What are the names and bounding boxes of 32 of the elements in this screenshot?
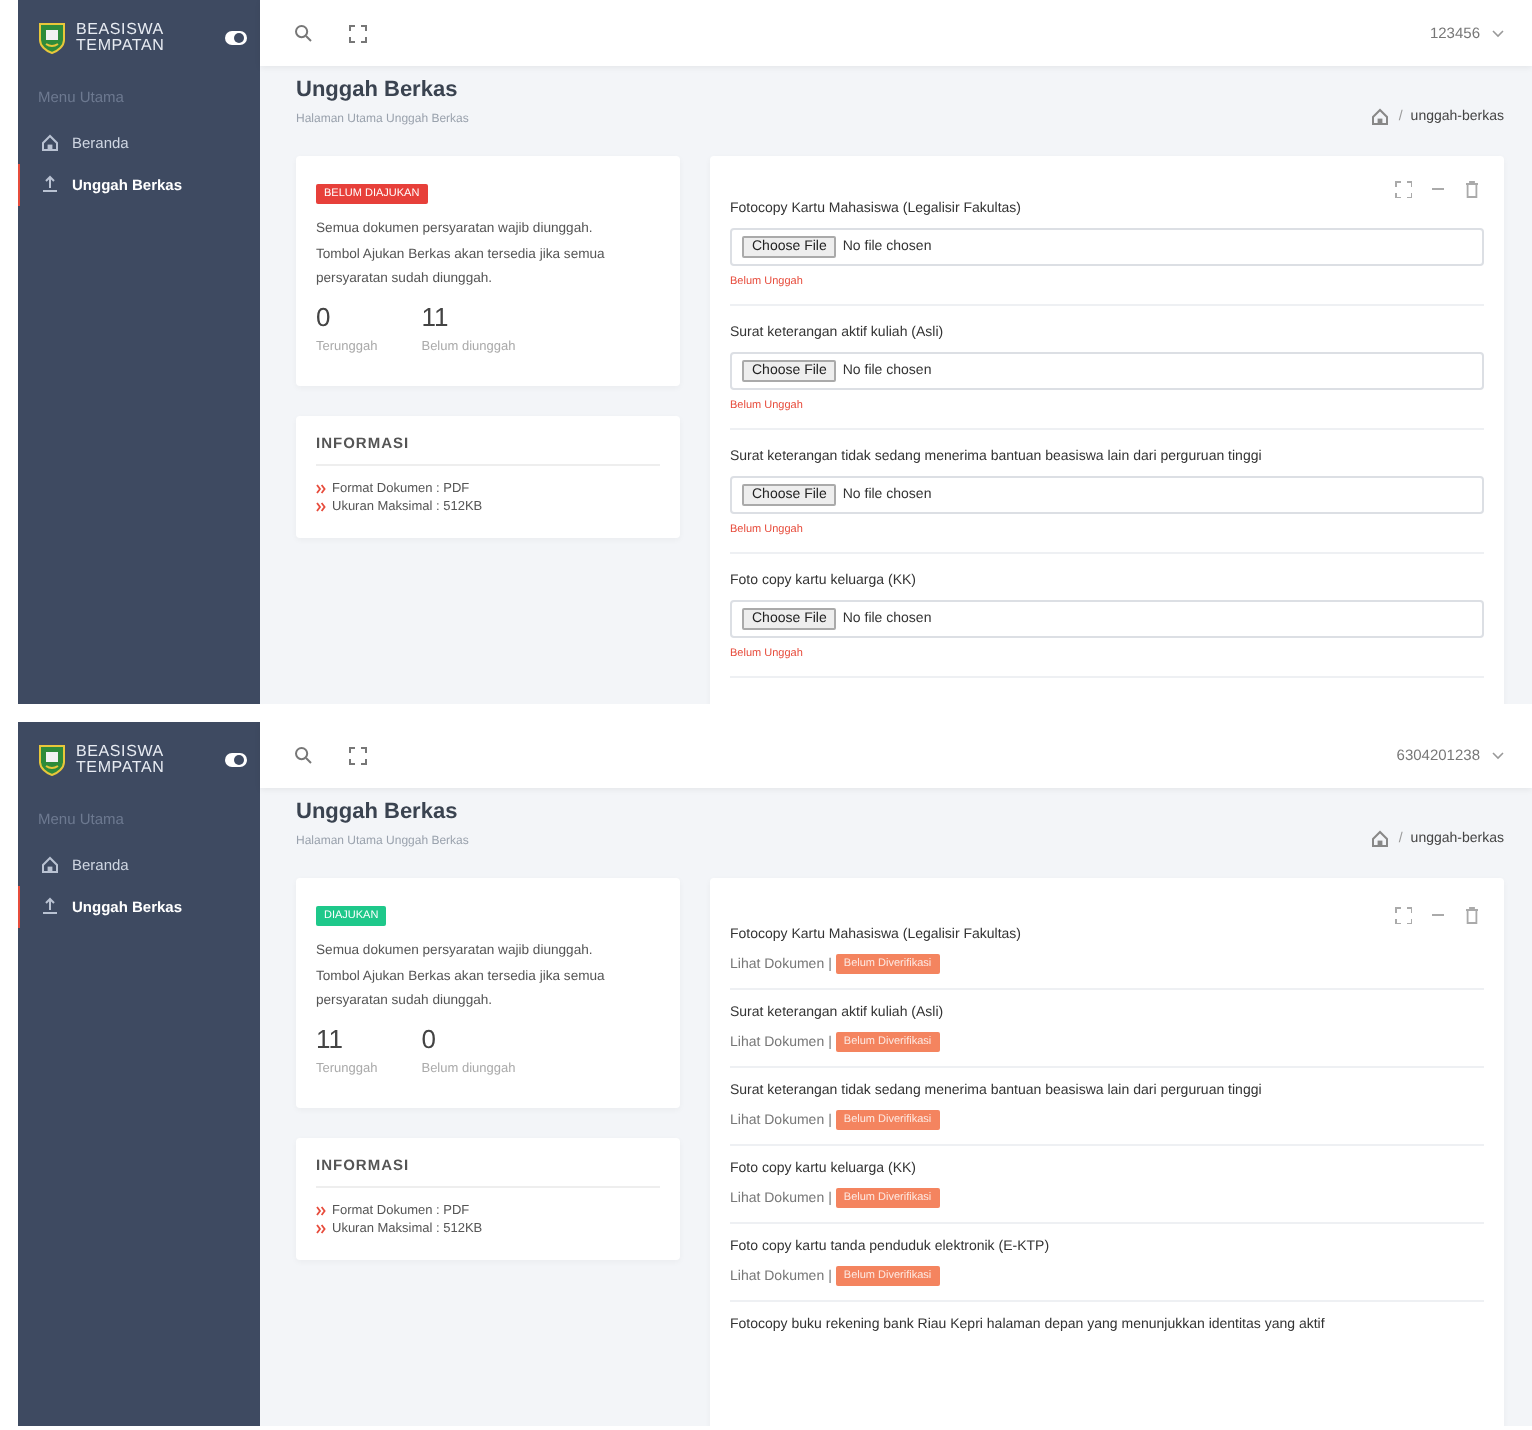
- double-chevron-icon: [316, 1223, 326, 1233]
- upload-icon: [40, 174, 60, 194]
- home-icon[interactable]: [1370, 828, 1391, 848]
- home-icon[interactable]: [1370, 106, 1391, 126]
- fullscreen-icon[interactable]: [348, 745, 368, 765]
- stat-value: 0: [316, 301, 333, 331]
- search-icon[interactable]: [294, 24, 312, 42]
- upload-icon: [40, 896, 60, 916]
- chevron-down-icon: [1492, 751, 1504, 759]
- fullscreen-icon[interactable]: [1394, 906, 1412, 924]
- stat-value: 11: [421, 301, 451, 331]
- stat-value: 0: [421, 1023, 438, 1053]
- fullscreen-icon[interactable]: [348, 23, 368, 43]
- trash-icon[interactable]: [1464, 180, 1480, 198]
- page-title: Unggah Berkas: [296, 78, 460, 102]
- brand-name: BEASISWA TEMPATAN: [76, 22, 167, 54]
- home-icon: [40, 132, 60, 152]
- double-chevron-icon: [316, 1205, 326, 1215]
- chevron-down-icon: [1492, 29, 1504, 37]
- fullscreen-icon[interactable]: [1394, 180, 1412, 198]
- toggle-icon[interactable]: [224, 30, 248, 46]
- trash-icon[interactable]: [1464, 906, 1480, 924]
- double-chevron-icon: [316, 483, 326, 493]
- page-title: Unggah Berkas: [296, 800, 460, 824]
- search-icon[interactable]: [294, 746, 312, 764]
- shield-logo-icon: [38, 744, 66, 776]
- shield-logo-icon: [38, 22, 66, 54]
- toggle-icon[interactable]: [224, 752, 248, 768]
- stat-value: 11: [316, 1023, 345, 1053]
- home-icon: [40, 854, 60, 874]
- brand-name: BEASISWA TEMPATAN: [76, 744, 167, 776]
- double-chevron-icon: [316, 501, 326, 511]
